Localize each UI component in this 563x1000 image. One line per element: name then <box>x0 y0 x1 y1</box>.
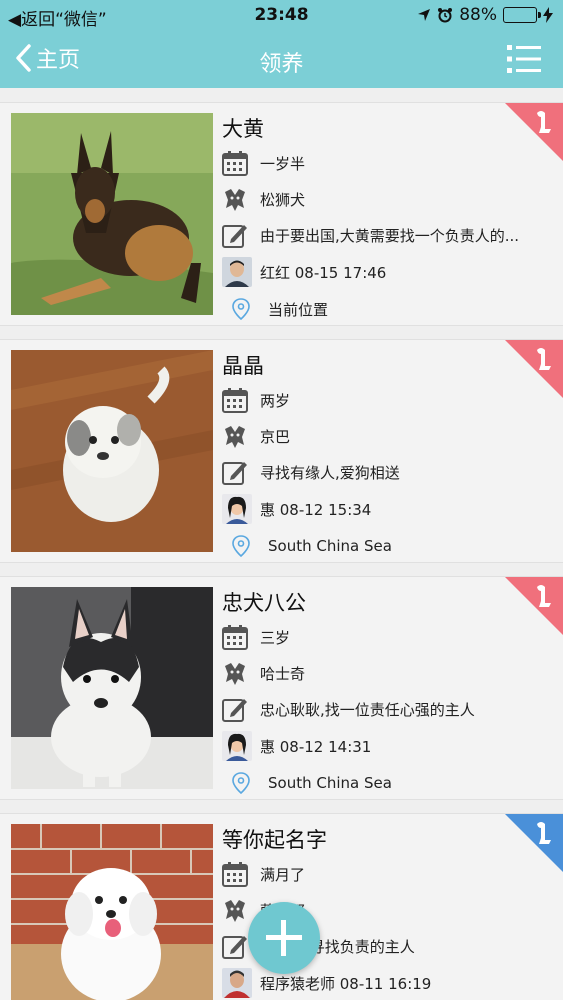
calendar-icon <box>222 388 248 413</box>
location-arrow-icon <box>418 9 431 21</box>
alarm-clock-icon <box>438 8 453 23</box>
pet-location[interactable]: 当前位置 <box>268 299 328 320</box>
edit-note-icon <box>222 225 247 248</box>
pet-age-row: 两岁 <box>222 382 542 418</box>
pet-breed: 松狮犬 <box>260 190 306 209</box>
battery-percent: 88% <box>459 5 497 25</box>
charging-bolt-icon <box>543 7 553 23</box>
pet-breed: 哈士奇 <box>260 664 306 683</box>
dog-head-icon <box>225 663 245 685</box>
pet-age-row: 三岁 <box>222 619 542 655</box>
navigation-bar: 主页 领养 <box>0 32 563 88</box>
location-row: South China Sea <box>222 528 542 562</box>
pet-age: 两岁 <box>260 391 291 410</box>
calendar-icon <box>222 625 248 650</box>
dog-head-icon <box>225 189 245 211</box>
owner-name-time: 惠 08-12 14:31 <box>260 737 372 756</box>
dog-head-icon <box>225 900 245 922</box>
list-menu-icon[interactable] <box>507 44 541 74</box>
female-ribbon-icon <box>505 103 563 161</box>
pet-breed-row: 京巴 <box>222 418 542 454</box>
owner-avatar[interactable] <box>222 494 252 524</box>
location-pin-icon <box>232 298 250 320</box>
pet-age: 三岁 <box>260 628 291 647</box>
location-pin-icon <box>232 772 250 794</box>
owner-name-time: 惠 08-12 15:34 <box>260 500 372 519</box>
pet-name: 大黄 <box>222 117 264 141</box>
owner-name-time: 程序猿老师 08-11 16:19 <box>260 974 432 993</box>
calendar-icon <box>222 151 248 176</box>
owner-avatar[interactable] <box>222 968 252 998</box>
female-ribbon-icon <box>505 340 563 398</box>
pet-breed-row: 哈士奇 <box>222 655 542 691</box>
edit-note-icon <box>222 936 247 959</box>
owner-avatar[interactable] <box>222 257 252 287</box>
pet-card[interactable]: 大黄 一岁半 松狮犬 由于要出国,大黄需要找一个负责人的... 红红 08-15… <box>0 102 563 326</box>
pet-photo <box>11 587 213 789</box>
owner-name-time: 红红 08-15 17:46 <box>260 263 387 282</box>
pet-photo <box>11 113 213 315</box>
owner-row: 红红 08-15 17:46 <box>222 253 542 291</box>
pet-description-row: 忠心耿耿,找一位责任心强的主人 <box>222 691 542 727</box>
pet-info: 晶晶 两岁 京巴 寻找有缘人,爱狗相送 惠 08-12 15:34 South … <box>222 350 542 562</box>
pet-adoption-list[interactable]: 大黄 一岁半 松狮犬 由于要出国,大黄需要找一个负责人的... 红红 08-15… <box>0 88 563 1000</box>
pet-age-row: 一岁半 <box>222 145 542 181</box>
pet-location[interactable]: South China Sea <box>268 537 392 555</box>
location-pin-icon <box>232 535 250 557</box>
owner-avatar[interactable] <box>222 731 252 761</box>
location-row: South China Sea <box>222 765 542 799</box>
dog-head-icon <box>225 426 245 448</box>
battery-icon <box>503 7 541 23</box>
owner-row: 惠 08-12 14:31 <box>222 727 542 765</box>
pet-description: 由于要出国,大黄需要找一个负责人的... <box>260 226 520 245</box>
pet-name: 忠犬八公 <box>222 591 306 615</box>
pet-info: 忠犬八公 三岁 哈士奇 忠心耿耿,找一位责任心强的主人 惠 08-12 14:3… <box>222 587 542 799</box>
pet-card[interactable]: 晶晶 两岁 京巴 寻找有缘人,爱狗相送 惠 08-12 15:34 South … <box>0 339 563 563</box>
pet-breed: 京巴 <box>260 427 291 446</box>
pet-age-row: 满月了 <box>222 856 542 892</box>
owner-row: 惠 08-12 15:34 <box>222 490 542 528</box>
pet-description-row: 由于要出国,大黄需要找一个负责人的... <box>222 217 542 253</box>
add-pet-button[interactable] <box>248 902 320 974</box>
status-indicators: 88% <box>417 5 553 25</box>
calendar-icon <box>222 862 248 887</box>
pet-description-row: 寻找有缘人,爱狗相送 <box>222 454 542 490</box>
pet-card[interactable]: 忠犬八公 三岁 哈士奇 忠心耿耿,找一位责任心强的主人 惠 08-12 14:3… <box>0 576 563 800</box>
pet-age: 一岁半 <box>260 154 306 173</box>
location-row: 当前位置 <box>222 291 542 325</box>
pet-breed-row: 松狮犬 <box>222 181 542 217</box>
pet-photo <box>11 824 213 1000</box>
pet-location[interactable]: South China Sea <box>268 774 392 792</box>
edit-note-icon <box>222 462 247 485</box>
page-title: 领养 <box>259 52 304 77</box>
pet-photo <box>11 350 213 552</box>
status-bar: ◀返回“微信” 23:48 88% <box>0 0 563 32</box>
pet-description: 忠心耿耿,找一位责任心强的主人 <box>260 700 475 719</box>
pet-name: 等你起名字 <box>222 828 327 852</box>
pet-description: 寻找有缘人,爱狗相送 <box>260 463 400 482</box>
female-ribbon-icon <box>505 577 563 635</box>
pet-name: 晶晶 <box>222 354 264 378</box>
pet-age: 满月了 <box>260 865 306 884</box>
male-ribbon-icon <box>505 814 563 872</box>
edit-note-icon <box>222 699 247 722</box>
pet-info: 大黄 一岁半 松狮犬 由于要出国,大黄需要找一个负责人的... 红红 08-15… <box>222 113 542 325</box>
